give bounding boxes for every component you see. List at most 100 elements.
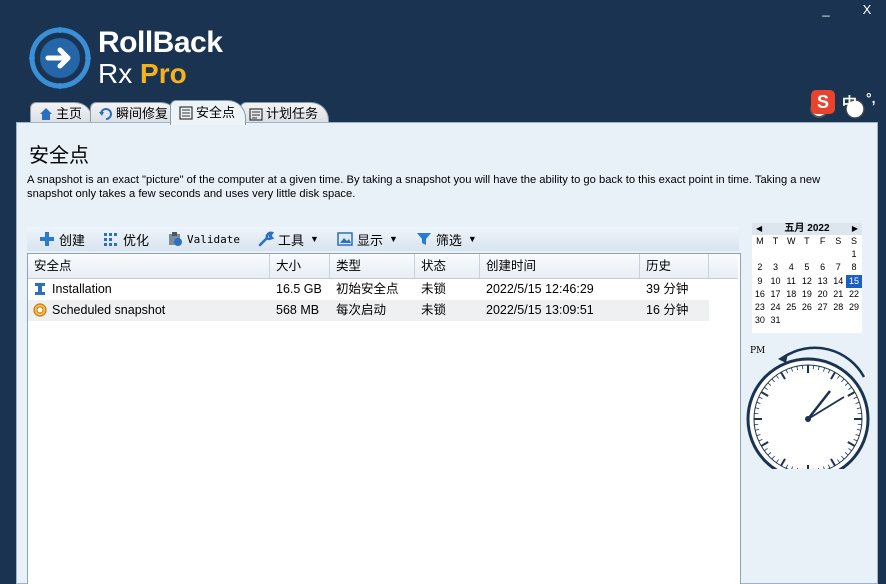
app-logo: RollBack Rx Pro: [28, 24, 248, 94]
calendar-empty-cell: [752, 248, 768, 261]
next-month-icon[interactable]: ▶: [852, 223, 858, 235]
column-header-age[interactable]: 历史: [640, 254, 709, 278]
chevron-down-icon: ▼: [468, 234, 477, 244]
calendar-day[interactable]: 15: [846, 275, 862, 288]
ime-toolbar[interactable]: S 中 °,: [808, 88, 886, 120]
calendar-day[interactable]: 1: [846, 248, 862, 261]
calendar-empty-cell: [830, 314, 846, 327]
schedule-icon: [249, 107, 263, 121]
plus-icon: [39, 231, 55, 247]
clock-period: PM: [750, 346, 765, 356]
calendar-empty-cell: [830, 248, 846, 261]
calendar-day[interactable]: 26: [799, 301, 815, 314]
ime-language: 中: [842, 92, 857, 113]
calendar-day[interactable]: 2: [752, 261, 768, 274]
calendar-weekday-label: T: [768, 235, 784, 248]
calendar-day[interactable]: 5: [799, 261, 815, 274]
calendar-day[interactable]: 14: [830, 275, 846, 288]
restore-icon: [99, 107, 113, 121]
calendar-weekday-label: F: [815, 235, 831, 248]
calendar-empty-cell: [815, 248, 831, 261]
calendar-day[interactable]: 3: [768, 261, 784, 274]
calendar-day[interactable]: 22: [846, 288, 862, 301]
calendar-day[interactable]: 31: [768, 314, 784, 327]
calendar-empty-cell: [846, 314, 862, 327]
calendar-day[interactable]: 13: [815, 275, 831, 288]
optimize-icon: [103, 231, 119, 247]
validate-button[interactable]: Validate: [167, 231, 240, 247]
column-header-snapshot[interactable]: 安全点: [28, 254, 270, 278]
snapshot-list-icon: [179, 106, 193, 120]
snapshot-toolbar: 创建 优化 Validate 工具 ▼ 显示 ▼ 筛选 ▼: [27, 227, 739, 251]
calendar-empty-cell: [768, 248, 784, 261]
snapshot-name: Scheduled snapshot: [46, 300, 165, 321]
calendar-empty-cell: [783, 248, 799, 261]
page-title: 安全点: [29, 139, 89, 168]
ime-logo: S: [811, 90, 835, 114]
calendar-day[interactable]: 9: [752, 275, 768, 288]
snapshot-type: 初始安全点: [330, 279, 399, 300]
calendar-weekday-label: T: [799, 235, 815, 248]
calendar-day[interactable]: 16: [752, 288, 768, 301]
snapshot-name: Installation: [46, 279, 112, 300]
column-header-type[interactable]: 类型: [330, 254, 415, 278]
calendar-weekday-label: W: [783, 235, 799, 248]
scheduled-snapshot-icon: [33, 303, 47, 317]
calendar-empty-cell: [799, 248, 815, 261]
calendar-day[interactable]: 21: [830, 288, 846, 301]
prev-month-icon[interactable]: ◀: [756, 223, 762, 235]
calendar-day[interactable]: 30: [752, 314, 768, 327]
rollback-logo-icon: [28, 26, 92, 90]
calendar-weekday-label: M: [752, 235, 768, 248]
calendar-day[interactable]: 17: [768, 288, 784, 301]
calendar-day[interactable]: 10: [768, 275, 784, 288]
image-view-icon: [337, 231, 353, 247]
home-icon: [39, 107, 53, 121]
calendar-day[interactable]: 25: [783, 301, 799, 314]
ime-punctuation: °,: [866, 90, 876, 106]
calendar-header: ◀ 五月 2022 ▶: [752, 223, 862, 235]
calendar-day[interactable]: 18: [783, 288, 799, 301]
minimize-button[interactable]: _: [806, 0, 846, 20]
column-header-size[interactable]: 大小: [270, 254, 330, 278]
wrench-icon: [258, 231, 274, 247]
logo-subtitle: Rx Pro: [98, 58, 187, 90]
baseline-snapshot-icon: [33, 282, 47, 296]
close-button[interactable]: X: [847, 0, 886, 20]
calendar-weekday-label: S: [846, 235, 862, 248]
calendar[interactable]: ◀ 五月 2022 ▶ MTWTFSS123456789101112131415…: [752, 223, 862, 333]
calendar-day[interactable]: 20: [815, 288, 831, 301]
tab-snapshots[interactable]: 安全点: [170, 100, 246, 125]
calendar-day[interactable]: 24: [768, 301, 784, 314]
calendar-day[interactable]: 27: [815, 301, 831, 314]
calendar-day[interactable]: 23: [752, 301, 768, 314]
snapshot-type: 每次启动: [330, 300, 386, 321]
snapshot-panel: 安全点 A snapshot is an exact "picture" of …: [16, 122, 878, 584]
display-menu[interactable]: 显示 ▼: [337, 230, 398, 249]
validate-icon: [167, 231, 183, 247]
calendar-day[interactable]: 6: [815, 261, 831, 274]
create-button[interactable]: 创建: [39, 230, 85, 249]
calendar-empty-cell: [815, 314, 831, 327]
column-header-status[interactable]: 状态: [415, 254, 480, 278]
calendar-day[interactable]: 4: [783, 261, 799, 274]
table-header: 安全点 大小 类型 状态 创建时间 历史: [28, 254, 738, 279]
table-row[interactable]: Installation 16.5 GB 初始安全点 未锁 2022/5/15 …: [28, 279, 709, 300]
optimize-button[interactable]: 优化: [103, 230, 149, 249]
table-row[interactable]: Scheduled snapshot 568 MB 每次启动 未锁 2022/5…: [28, 300, 709, 321]
chevron-down-icon: ▼: [389, 234, 398, 244]
calendar-day[interactable]: 29: [846, 301, 862, 314]
filter-icon: [416, 231, 432, 247]
calendar-day[interactable]: 19: [799, 288, 815, 301]
calendar-day[interactable]: 28: [830, 301, 846, 314]
snapshot-size: 568 MB: [270, 300, 319, 321]
filter-menu[interactable]: 筛选 ▼: [416, 230, 477, 249]
snapshot-age: 16 分钟: [640, 300, 688, 321]
tools-menu[interactable]: 工具 ▼: [258, 230, 319, 249]
column-header-created[interactable]: 创建时间: [480, 254, 640, 278]
calendar-day[interactable]: 8: [846, 261, 862, 274]
calendar-day[interactable]: 11: [783, 275, 799, 288]
calendar-day[interactable]: 12: [799, 275, 815, 288]
calendar-day[interactable]: 7: [830, 261, 846, 274]
snapshot-list[interactable]: 安全点 大小 类型 状态 创建时间 历史 Installation 16.5 G…: [27, 253, 741, 584]
